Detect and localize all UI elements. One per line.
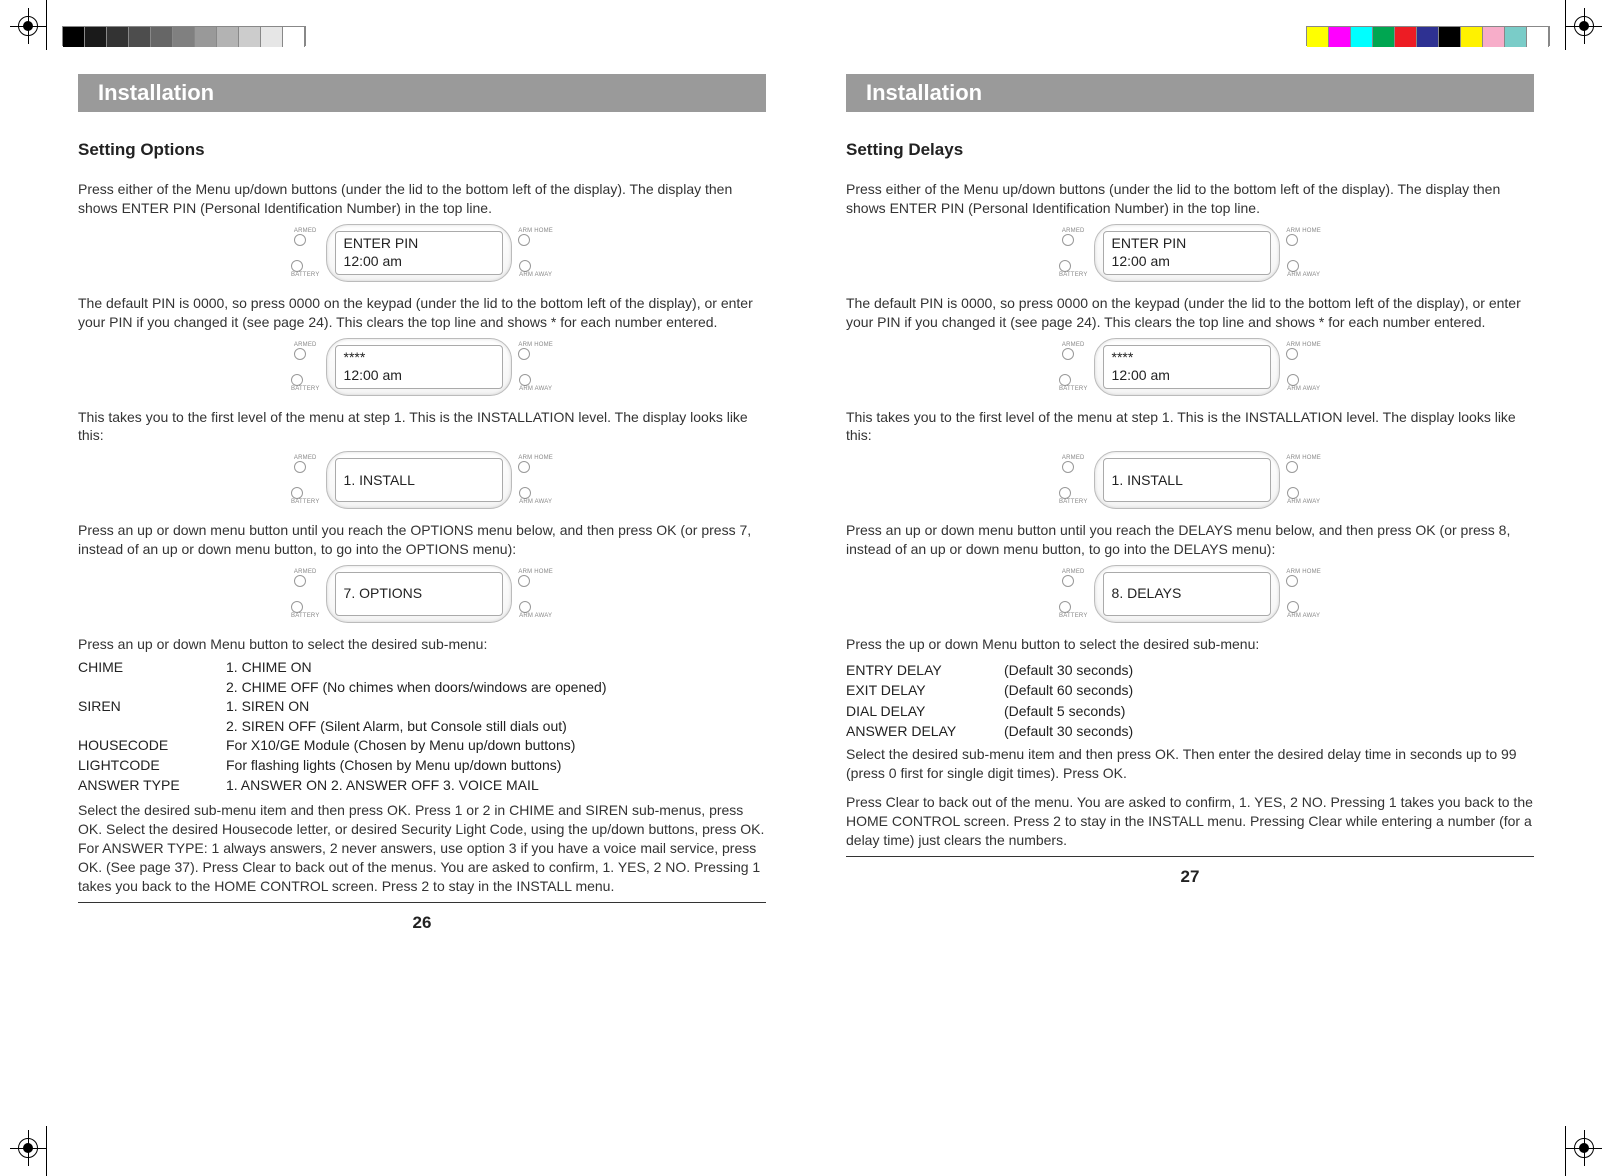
- section-banner: Installation: [78, 74, 766, 112]
- lcd-line-1: 1. INSTALL: [1112, 472, 1263, 490]
- delay-key: ANSWER DELAY: [846, 721, 996, 741]
- menu-value: 1. SIREN ON: [226, 697, 766, 717]
- body-text: Press an up or down Menu button to selec…: [78, 635, 766, 654]
- lcd-device: ARMED BATTERY **** 12:00 am ARM HOME ARM…: [1059, 338, 1321, 396]
- body-text: Press either of the Menu up/down buttons…: [846, 180, 1534, 218]
- page-left: Installation Setting Options Press eithe…: [78, 74, 766, 933]
- lcd-device: ARMED BATTERY 7. OPTIONS ARM HOME ARM AW…: [291, 565, 553, 623]
- menu-key: CHIME: [78, 658, 218, 678]
- registration-mark-icon: [1574, 1138, 1594, 1158]
- delay-value: (Default 60 seconds): [1004, 680, 1534, 700]
- lcd-line-1: 8. DELAYS: [1112, 585, 1263, 603]
- led-label: ARMED: [294, 228, 317, 234]
- body-text: Select the desired sub-menu item and the…: [78, 801, 766, 895]
- lcd-line-1: ENTER PIN: [344, 235, 495, 253]
- banner-title: Installation: [866, 80, 982, 106]
- lcd-device: ARMED BATTERY **** 12:00 am ARM HOME ARM…: [291, 338, 553, 396]
- button-icon: [518, 234, 530, 246]
- lcd-line-1: ENTER PIN: [1112, 235, 1263, 253]
- registration-marks-bottom: [0, 1136, 1612, 1162]
- delay-value: (Default 5 seconds): [1004, 701, 1534, 721]
- lcd-device: ARMED BATTERY 1. INSTALL ARM HOME ARM AW…: [1059, 451, 1321, 509]
- menu-value: 2. SIREN OFF (Silent Alarm, but Console …: [226, 717, 766, 737]
- menu-value: 1. ANSWER ON 2. ANSWER OFF 3. VOICE MAIL: [226, 776, 766, 796]
- body-text: The default PIN is 0000, so press 0000 o…: [78, 294, 766, 332]
- body-text: Press either of the Menu up/down buttons…: [78, 180, 766, 218]
- led-icon: [294, 234, 306, 246]
- body-text: This takes you to the first level of the…: [78, 408, 766, 446]
- lcd-line-1: 1. INSTALL: [344, 472, 495, 490]
- menu-key: LIGHTCODE: [78, 756, 218, 776]
- menu-key: SIREN: [78, 697, 218, 717]
- registration-marks-top: [0, 14, 1612, 40]
- menu-value: For X10/GE Module (Chosen by Menu up/dow…: [226, 736, 766, 756]
- led-icon: [291, 260, 303, 272]
- delay-key: DIAL DELAY: [846, 701, 996, 721]
- delay-key: ENTRY DELAY: [846, 660, 996, 680]
- footer-rule: [846, 856, 1534, 857]
- page-subhead: Setting Delays: [846, 140, 1534, 160]
- lcd-device: ARMED BATTERY ENTER PIN 12:00 am ARM HOM…: [291, 224, 553, 282]
- lcd-device: ARMED BATTERY 8. DELAYS ARM HOME ARM AWA…: [1059, 565, 1321, 623]
- menu-key: ANSWER TYPE: [78, 776, 218, 796]
- body-text: The default PIN is 0000, so press 0000 o…: [846, 294, 1534, 332]
- body-text: Press an up or down menu button until yo…: [78, 521, 766, 559]
- footer-rule: [78, 902, 766, 903]
- lcd-line-1: ****: [1112, 349, 1263, 367]
- lcd-line-2: 12:00 am: [1112, 367, 1263, 385]
- menu-key: HOUSECODE: [78, 736, 218, 756]
- body-text: Press an up or down menu button until yo…: [846, 521, 1534, 559]
- lcd-device: ARMED BATTERY 1. INSTALL ARM HOME ARM AW…: [291, 451, 553, 509]
- body-text: Press the up or down Menu button to sele…: [846, 635, 1534, 654]
- color-swatches-gray: [62, 26, 306, 46]
- registration-mark-icon: [1574, 16, 1594, 36]
- lcd-line-2: 12:00 am: [344, 253, 495, 271]
- lcd-line-2: 12:00 am: [344, 367, 495, 385]
- body-text: This takes you to the first level of the…: [846, 408, 1534, 446]
- body-text: Select the desired sub-menu item and the…: [846, 745, 1534, 783]
- led-label: BATTERY: [291, 272, 320, 278]
- page-right: Installation Setting Delays Press either…: [846, 74, 1534, 933]
- delays-table: ENTRY DELAY (Default 30 seconds) EXIT DE…: [846, 660, 1534, 741]
- menu-value: 1. CHIME ON: [226, 658, 766, 678]
- options-menu-table: CHIME 1. CHIME ON 2. CHIME OFF (No chime…: [78, 658, 766, 795]
- body-text: Press Clear to back out of the menu. You…: [846, 793, 1534, 850]
- led-label: ARM AWAY: [519, 272, 552, 278]
- button-icon: [519, 260, 531, 272]
- delay-value: (Default 30 seconds): [1004, 660, 1534, 680]
- menu-value: 2. CHIME OFF (No chimes when doors/windo…: [226, 678, 766, 698]
- registration-mark-icon: [18, 1138, 38, 1158]
- lcd-line-2: 12:00 am: [1112, 253, 1263, 271]
- delay-value: (Default 30 seconds): [1004, 721, 1534, 741]
- banner-title: Installation: [98, 80, 214, 106]
- page-number: 26: [78, 913, 766, 933]
- color-swatches-color: [1306, 26, 1550, 46]
- delay-key: EXIT DELAY: [846, 680, 996, 700]
- page-number: 27: [846, 867, 1534, 887]
- lcd-line-1: 7. OPTIONS: [344, 585, 495, 603]
- lcd-line-1: ****: [344, 349, 495, 367]
- lcd-device: ARMED BATTERY ENTER PIN 12:00 am ARM HOM…: [1059, 224, 1321, 282]
- section-banner: Installation: [846, 74, 1534, 112]
- page-subhead: Setting Options: [78, 140, 766, 160]
- registration-mark-icon: [18, 16, 38, 36]
- menu-value: For flashing lights (Chosen by Menu up/d…: [226, 756, 766, 776]
- led-label: ARM HOME: [518, 228, 553, 234]
